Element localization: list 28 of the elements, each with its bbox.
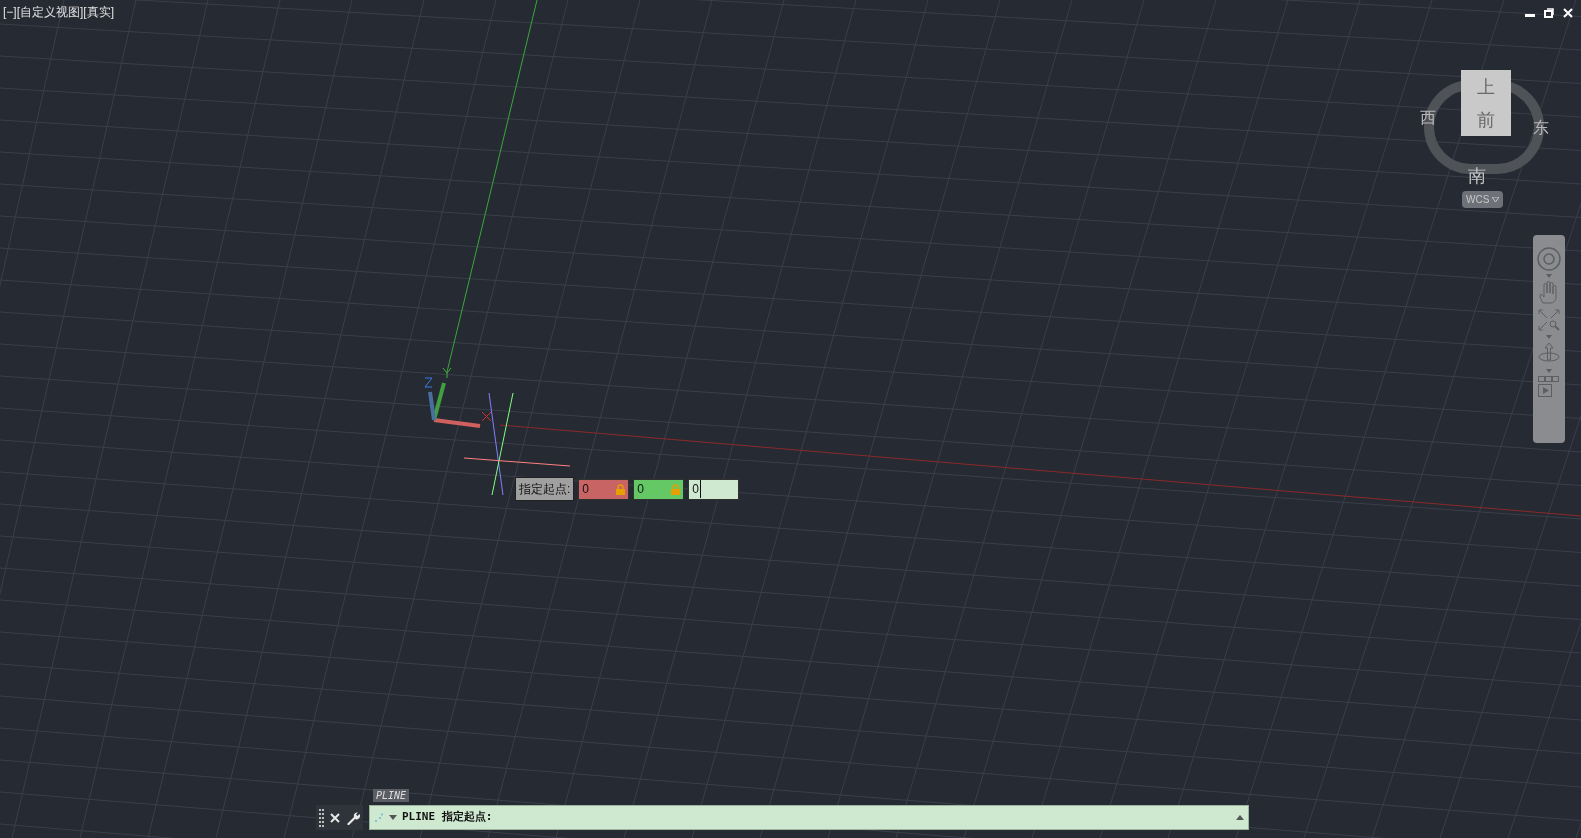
dynamic-input-prompt: 指定起点: [515, 477, 575, 501]
wrench-icon[interactable] [346, 810, 360, 825]
command-input-field[interactable]: PLINE 指定起点: [369, 805, 1249, 830]
restore-icon[interactable] [1544, 8, 1554, 18]
coordinate-input-field[interactable]: 0 [578, 478, 630, 500]
lock-icon[interactable] [671, 483, 681, 495]
command-input-text: PLINE 指定起点: [402, 809, 493, 826]
cube-front-label: 前 [1477, 108, 1495, 132]
cube-top-label: 上 [1477, 75, 1495, 99]
steering-wheel-icon[interactable] [1537, 247, 1561, 271]
compass-west-label[interactable]: 西 [1420, 106, 1436, 130]
dots-icon [374, 812, 384, 823]
lock-icon[interactable] [616, 483, 626, 495]
compass-east-label[interactable]: 东 [1533, 116, 1549, 140]
compass-south-label[interactable]: 南 [1468, 162, 1486, 189]
caret-icon[interactable] [389, 815, 397, 820]
hand-icon[interactable] [1538, 281, 1560, 305]
coordinate-input-field[interactable]: 0 [688, 478, 740, 500]
showmotion-icon[interactable] [1538, 376, 1560, 400]
ucs-icon [424, 367, 492, 428]
caret-icon [1492, 197, 1500, 202]
viewport-label[interactable]: [−][自定义视图][真实] [3, 6, 114, 18]
coordinate-input-field[interactable]: 0 [633, 478, 685, 500]
zoom-icon[interactable] [1537, 308, 1561, 332]
scroll-up-icon[interactable] [1236, 815, 1244, 820]
close-icon[interactable] [330, 812, 340, 823]
grip-icon[interactable] [319, 808, 324, 827]
command-history-label: PLINE [373, 789, 410, 802]
